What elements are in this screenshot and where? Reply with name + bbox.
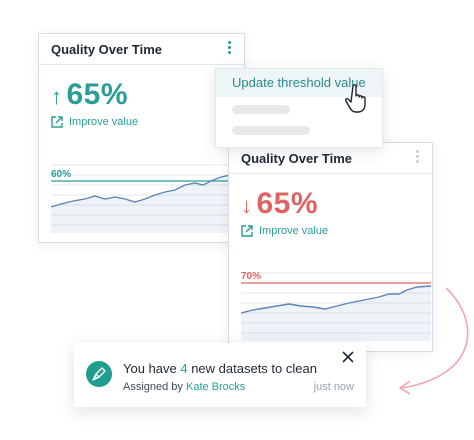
card-header: Quality Over Time <box>39 34 244 65</box>
metric-value: ↓ 65% <box>241 187 318 221</box>
improve-value-label: Improve value <box>259 225 329 237</box>
improve-value-link[interactable]: Improve value <box>241 225 328 237</box>
sparkline-area <box>241 286 431 341</box>
notification-timestamp: just now <box>313 381 354 393</box>
assignee-link[interactable]: Kate Brocks <box>186 381 245 393</box>
quality-sparkline: 60% <box>51 164 241 233</box>
assigned-prefix: Assigned by <box>123 381 186 393</box>
card-title: Quality Over Time <box>241 151 353 166</box>
kebab-icon[interactable] <box>416 150 420 166</box>
quality-sparkline: 70% <box>241 271 431 341</box>
message-prefix: You have <box>123 361 181 376</box>
hand-cursor-icon <box>345 84 366 113</box>
improve-value-label: Improve value <box>69 116 139 128</box>
menu-item-placeholder <box>232 126 310 135</box>
dataset-count: 4 <box>180 361 188 376</box>
metric-value-text: 65% <box>256 187 319 220</box>
quality-card-secondary: Quality Over Time ↓ 65% Improve value 70% <box>228 142 433 352</box>
notification-assignee: Assigned by Kate Brocks <box>123 381 245 393</box>
external-link-icon <box>51 116 63 128</box>
message-suffix: new datasets to clean <box>187 361 317 376</box>
card-title: Quality Over Time <box>51 42 163 57</box>
notification-toast: You have 4 new datasets to clean Assigne… <box>74 343 366 407</box>
external-link-icon <box>241 225 253 237</box>
arrow-up-icon: ↑ <box>51 84 63 109</box>
metric-value-text: 65% <box>66 78 129 111</box>
quality-card-primary: Quality Over Time ↑ 65% Improve value 60% <box>38 33 245 243</box>
arrow-down-icon: ↓ <box>241 193 253 218</box>
notification-message: You have 4 new datasets to clean <box>123 361 317 376</box>
kebab-icon[interactable] <box>228 41 232 57</box>
improve-value-link[interactable]: Improve value <box>51 116 138 128</box>
metric-value: ↑ 65% <box>51 78 128 112</box>
sparkline-area <box>51 174 241 233</box>
threshold-label: 70% <box>241 271 261 282</box>
threshold-label: 60% <box>51 169 71 180</box>
close-icon[interactable] <box>342 351 354 363</box>
menu-item-placeholder <box>232 105 290 114</box>
broom-icon <box>86 361 112 387</box>
